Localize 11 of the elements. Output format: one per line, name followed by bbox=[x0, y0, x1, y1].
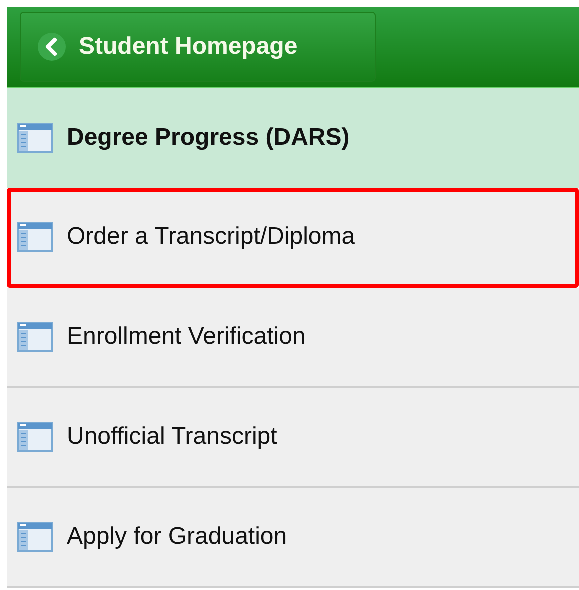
back-button[interactable]: Student Homepage bbox=[20, 12, 376, 82]
menu-item[interactable]: Degree Progress (DARS) bbox=[7, 88, 579, 188]
menu-item[interactable]: Apply for Graduation bbox=[7, 488, 579, 588]
window-icon bbox=[17, 321, 53, 353]
window-icon bbox=[17, 421, 53, 453]
window-icon bbox=[17, 521, 53, 553]
menu-item[interactable]: Order a Transcript/Diploma bbox=[7, 188, 579, 288]
window-icon bbox=[17, 122, 53, 154]
menu-item[interactable]: Unofficial Transcript bbox=[7, 388, 579, 488]
window-icon bbox=[17, 221, 53, 253]
menu-item[interactable]: Enrollment Verification bbox=[7, 288, 579, 388]
